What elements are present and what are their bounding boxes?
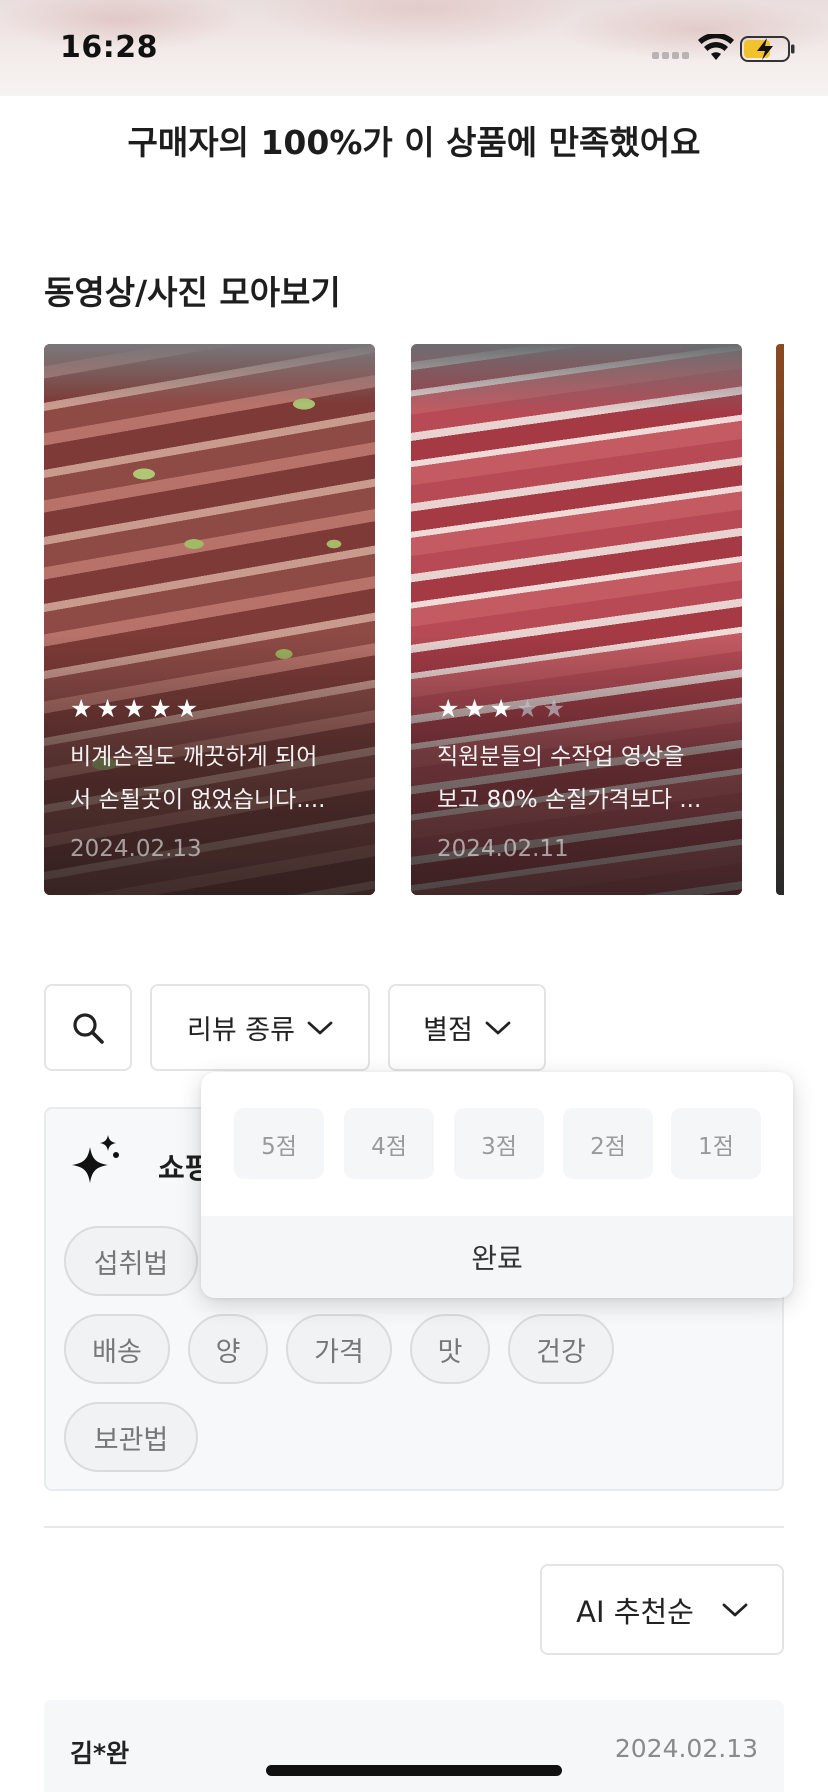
rating-option-5[interactable]: 5점: [234, 1108, 324, 1179]
star-rating: ★ ★ ★ ★ ★: [70, 696, 198, 721]
rating-option-1[interactable]: 1점: [671, 1108, 761, 1179]
gallery-card-1[interactable]: ★ ★ ★ ★ ★ 비계손질도 깨끗하게 되어 서 손될곳이 없었습니다....…: [44, 344, 375, 895]
wifi-icon: [698, 34, 734, 60]
review-date: 2024.02.13: [614, 1734, 758, 1763]
star-icon: ★: [122, 694, 146, 723]
sort-dropdown[interactable]: AI 추천순: [540, 1564, 784, 1655]
status-time: 16:28: [60, 30, 158, 65]
review-type-dropdown[interactable]: 리뷰 종류: [150, 984, 370, 1071]
chevron-down-icon: [722, 1603, 748, 1616]
star-rating: ★ ★ ★ ★ ★: [437, 696, 565, 721]
search-button[interactable]: [44, 984, 132, 1071]
review-excerpt-line: 보고 80% 손질가격보다 ...: [437, 787, 702, 813]
star-empty-icon: ★: [542, 694, 566, 723]
keyword-chip[interactable]: 배송: [64, 1314, 170, 1384]
section-divider: [44, 1526, 784, 1528]
review-date: 2024.02.13: [70, 836, 202, 862]
star-icon: ★: [70, 694, 93, 723]
battery-charging-icon: [740, 36, 795, 62]
done-button[interactable]: 완료: [201, 1216, 793, 1298]
star-icon: ★: [489, 694, 513, 723]
home-indicator[interactable]: [266, 1765, 562, 1776]
keyword-chip[interactable]: 보관법: [64, 1402, 198, 1472]
rating-dropdown[interactable]: 별점: [388, 984, 546, 1071]
rating-option-4[interactable]: 4점: [344, 1108, 434, 1179]
keyword-chip[interactable]: 섭취법: [64, 1226, 198, 1296]
review-excerpt-line: 서 손될곳이 없었습니다....: [70, 787, 326, 813]
sparkle-icon: [72, 1135, 119, 1183]
review-excerpt: 비계손질도 깨끗하게 되어 서 손될곳이 없었습니다....: [70, 736, 358, 822]
reviewer-name: 김*완: [70, 1739, 130, 1768]
star-icon: ★: [437, 694, 460, 723]
chevron-down-icon: [307, 1021, 333, 1034]
search-icon: [73, 1012, 104, 1044]
gallery-card-2[interactable]: ★ ★ ★ ★ ★ 직원분들의 수작업 영상을 보고 80% 손질가격보다 ..…: [411, 344, 742, 895]
rating-dropdown-label: 별점: [423, 1015, 473, 1046]
rating-option-2[interactable]: 2점: [563, 1108, 653, 1179]
chevron-down-icon: [485, 1021, 511, 1034]
gallery-title: 동영상/사진 모아보기: [44, 273, 341, 312]
star-icon: ★: [149, 694, 172, 723]
review-excerpt: 직원분들의 수작업 영상을 보고 80% 손질가격보다 ...: [437, 736, 725, 822]
star-icon: ★: [175, 694, 199, 723]
keyword-chip[interactable]: 건강: [508, 1314, 614, 1384]
review-item[interactable]: 김*완 2024.02.13: [44, 1700, 784, 1792]
rating-option-3[interactable]: 3점: [454, 1108, 544, 1179]
sort-label: AI 추천순: [576, 1594, 694, 1629]
star-empty-icon: ★: [516, 694, 539, 723]
keyword-chip[interactable]: 맛: [410, 1314, 490, 1384]
rating-filter-popup: 5점 4점 3점 2점 1점 완료: [201, 1072, 793, 1298]
satisfaction-summary: 구매자의 100%가 이 상품에 만족했어요: [127, 123, 701, 162]
review-excerpt-line: 직원분들의 수작업 영상을: [437, 744, 685, 770]
cellular-signal-icon: [652, 52, 689, 59]
review-date: 2024.02.11: [437, 836, 569, 862]
star-icon: ★: [96, 694, 119, 723]
status-bar: 16:28: [0, 0, 828, 96]
review-type-label: 리뷰 종류: [187, 1015, 295, 1046]
keyword-chip[interactable]: 가격: [286, 1314, 392, 1384]
star-icon: ★: [463, 694, 486, 723]
review-excerpt-line: 비계손질도 깨끗하게 되어: [70, 744, 318, 770]
gallery-card-3-peek[interactable]: [776, 344, 784, 895]
keyword-chip[interactable]: 양: [188, 1314, 268, 1384]
